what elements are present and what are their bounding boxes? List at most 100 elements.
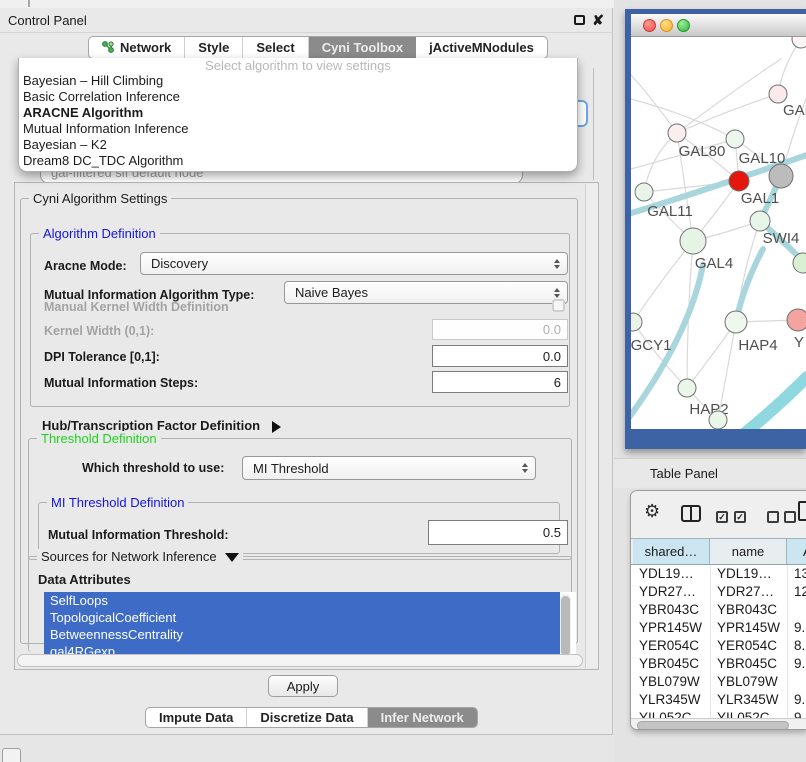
table-row[interactable]: YER054CYER054C8. (631, 637, 806, 655)
aracne-mode-select[interactable]: Discovery (140, 252, 568, 275)
tab-impute-data[interactable]: Impute Data (146, 708, 247, 727)
network-node-y[interactable] (787, 309, 806, 331)
kernel-width-field[interactable]: 0.0 (432, 319, 568, 340)
network-edge[interactable] (631, 75, 677, 133)
checkbox-checked-icon[interactable]: ✓ (734, 511, 746, 523)
table-row[interactable]: YBL079WYBL079W (631, 673, 806, 691)
network-edge[interactable] (644, 133, 677, 192)
column-header-shared-name[interactable]: shared… (633, 539, 710, 564)
close-traffic-light-icon[interactable] (643, 19, 656, 32)
network-edge[interactable] (677, 94, 778, 133)
attributes-list-scrollbar[interactable] (560, 594, 571, 660)
network-edge[interactable] (633, 241, 693, 322)
manual-kernel-label: Manual Kernel Width Definition (44, 300, 229, 314)
float-window-icon[interactable] (574, 15, 585, 25)
spinner-arrows-icon (554, 288, 560, 298)
settings-horizontal-scrollbar[interactable] (17, 654, 583, 667)
split-columns-icon[interactable] (681, 505, 701, 522)
mi-threshold-field[interactable]: 0.5 (428, 520, 568, 545)
scrollbar-thumb[interactable] (561, 596, 570, 656)
network-view-window: GALGAL80GAL10GAL1GAL11SWI4GAL4GCY1HAP4YH… (625, 9, 806, 449)
network-node-gal10[interactable] (726, 130, 744, 148)
tab-discretize-data[interactable]: Discretize Data (247, 708, 367, 727)
network-node-gal1[interactable] (729, 171, 749, 191)
node-label: GAL4 (695, 255, 733, 272)
table-horizontal-scrollbar[interactable] (631, 718, 806, 730)
network-node-gal4[interactable] (680, 228, 706, 254)
manual-kernel-checkbox[interactable] (552, 299, 565, 312)
checkbox-unchecked-icon[interactable] (784, 511, 796, 523)
tab-jactivemnodules[interactable]: jActiveMNodules (416, 37, 547, 58)
dpi-tolerance-field[interactable]: 0.0 (432, 345, 568, 367)
mi-steps-field[interactable]: 6 (432, 371, 568, 393)
network-node[interactable] (769, 164, 793, 188)
network-node-gal[interactable] (769, 85, 787, 103)
network-node[interactable] (792, 37, 806, 48)
network-window-titlebar[interactable] (631, 14, 806, 37)
checkbox-checked-icon[interactable]: ✓ (716, 511, 728, 523)
table-row[interactable]: YBR045CYBR045C9. (631, 655, 806, 673)
checkbox-unchecked-icon[interactable] (767, 511, 779, 523)
table-cell: 9. (794, 656, 805, 671)
algorithm-option[interactable]: ARACNE Algorithm (19, 105, 577, 121)
settings-vertical-scrollbar[interactable] (585, 184, 598, 668)
top-strip (0, 0, 614, 8)
minimize-traffic-light-icon[interactable] (660, 19, 673, 32)
algorithm-option[interactable]: Mutual Information Inference (19, 121, 577, 137)
which-threshold-select[interactable]: MI Threshold (242, 456, 536, 480)
attribute-list-item[interactable]: TopologicalCoefficient (44, 609, 560, 626)
table-row[interactable]: YIL052CYIL052C9 (631, 709, 806, 718)
table-cell: YIL052C (717, 710, 770, 718)
mi-algorithm-type-select[interactable]: Naive Bayes (284, 281, 568, 304)
network-node[interactable] (709, 411, 727, 429)
network-node-hap4[interactable] (725, 311, 747, 333)
tab-select[interactable]: Select (243, 37, 308, 58)
scrollbar-thumb[interactable] (637, 721, 789, 730)
gear-icon[interactable]: ⚙ (644, 502, 660, 520)
network-canvas[interactable]: GALGAL80GAL10GAL1GAL11SWI4GAL4GCY1HAP4YH… (631, 37, 806, 429)
table-sheet-icon[interactable] (798, 501, 806, 521)
tab-cyni-toolbox[interactable]: Cyni Toolbox (309, 37, 416, 58)
selected-value: MI Threshold (253, 461, 329, 476)
corner-button[interactable] (2, 748, 21, 762)
network-node-gal80[interactable] (668, 124, 686, 142)
zoom-traffic-light-icon[interactable] (677, 19, 690, 32)
table-row[interactable]: YDL19…YDL19…13 (631, 565, 806, 583)
tab-network[interactable]: Network (89, 37, 185, 58)
table-cell: YBR045C (717, 656, 777, 671)
network-node-hap2[interactable] (678, 379, 696, 397)
network-edge[interactable] (677, 59, 781, 133)
tab-style[interactable]: Style (185, 37, 243, 58)
group-title: Sources for Network Inference (37, 549, 243, 564)
tab-infer-network[interactable]: Infer Network (368, 708, 477, 727)
algorithm-option[interactable]: Bayesian – Hill Climbing (19, 73, 577, 89)
attribute-list-item[interactable]: SelfLoops (44, 592, 560, 609)
tab-label: jActiveMNodules (429, 40, 534, 55)
network-edge[interactable] (736, 249, 763, 322)
network-node-swi4[interactable] (750, 211, 770, 231)
node-table-window: ⚙ ✓ ✓ shared… name A YDL19…YDL19…13YDR27… (630, 490, 806, 730)
attribute-list-item[interactable]: BetweennessCentrality (44, 626, 560, 643)
tab-label: Network (120, 40, 171, 55)
group-border-fragment (593, 68, 594, 180)
table-row[interactable]: YDR27…YDR27…12 (631, 583, 806, 601)
network-node-gcy1[interactable] (631, 313, 642, 331)
algorithm-dropdown-popup: Select algorithm to view settings Bayesi… (18, 58, 578, 172)
network-node-gal11[interactable] (635, 183, 653, 201)
control-panel-window: Control Panel ✘ Network Style Select (0, 8, 613, 735)
table-cell: YDL19… (717, 566, 772, 581)
network-edge[interactable] (735, 377, 806, 429)
network-icon (102, 41, 115, 54)
column-header-name[interactable]: name (710, 539, 787, 564)
network-graph[interactable]: GALGAL80GAL10GAL1GAL11SWI4GAL4GCY1HAP4YH… (631, 37, 806, 429)
table-row[interactable]: YBR043CYBR043C (631, 601, 806, 619)
close-icon[interactable]: ✘ (592, 13, 604, 27)
column-header-clipped[interactable]: A (787, 539, 806, 564)
algorithm-option[interactable]: Bayesian – K2 (19, 137, 577, 153)
table-row[interactable]: YLR345WYLR345W9. (631, 691, 806, 709)
apply-button[interactable]: Apply (268, 675, 338, 697)
algorithm-option[interactable]: Basic Correlation Inference (19, 89, 577, 105)
table-row[interactable]: YPR145WYPR145W9. (631, 619, 806, 637)
algorithm-option[interactable]: Dream8 DC_TDC Algorithm (19, 153, 577, 169)
network-edge[interactable] (687, 322, 736, 388)
